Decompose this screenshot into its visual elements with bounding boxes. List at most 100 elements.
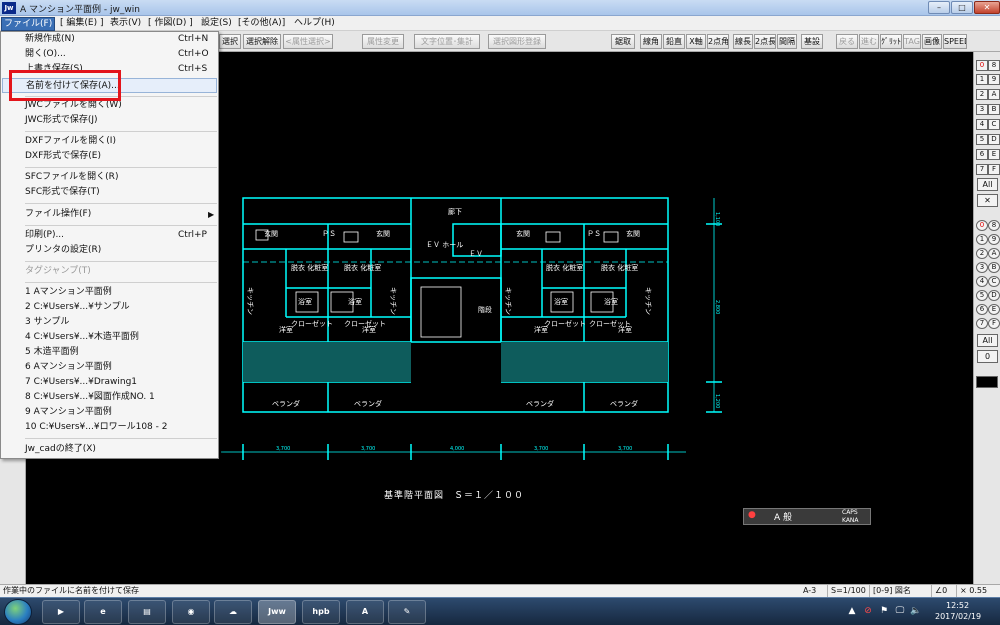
recent-file[interactable]: 10 C:¥Users¥...¥ロワール108 - 2 (2, 420, 217, 435)
tb-base[interactable]: 基設 (801, 34, 823, 49)
status-scale[interactable]: S=1/100 (827, 585, 866, 597)
line-type-indicator[interactable] (976, 376, 998, 388)
group-button[interactable]: 5 (976, 290, 988, 301)
jwcad-icon[interactable]: Jww (258, 600, 296, 624)
status-layer[interactable]: [0-9] 図名 (869, 585, 911, 597)
tb-attr-change[interactable]: 属性変更 (362, 34, 404, 49)
tb-cut[interactable]: 鋸取 (611, 34, 635, 49)
recent-file[interactable]: 4 C:¥Users¥...¥木造平面例 (2, 330, 217, 345)
hpb-icon[interactable]: hpb (302, 600, 340, 624)
layer-button[interactable]: 4 (976, 119, 988, 130)
layer-button[interactable]: 6 (976, 149, 988, 160)
layer-button[interactable]: 3 (976, 104, 988, 115)
menu-help[interactable]: ヘルプ(H) (292, 17, 337, 29)
group-button[interactable]: E (988, 304, 1000, 315)
tb-vertical[interactable]: 鉛直 (663, 34, 685, 49)
recent-file[interactable]: 5 木造平面例 (2, 345, 217, 360)
menu-draw[interactable]: [ 作図(D) ] (146, 17, 195, 29)
layer-button[interactable]: 0 (976, 60, 988, 71)
group-all-button[interactable]: All (977, 334, 998, 347)
tb-2pt-length[interactable]: 2点長 (754, 34, 776, 49)
menu-view[interactable]: 表示(V) (108, 17, 143, 29)
tb-x-axis[interactable]: X軸 (686, 34, 706, 49)
menu-print[interactable]: 印刷(P)... Ctrl+P (2, 228, 217, 243)
menu-settings[interactable]: 設定(S) (199, 17, 234, 29)
tb-redo[interactable]: 進む (859, 34, 879, 49)
clock-time[interactable]: 12:52 (946, 601, 969, 610)
group-button[interactable]: 7 (976, 318, 988, 329)
paint-icon[interactable]: ✎ (388, 600, 426, 624)
menu-other[interactable]: [その他(A)] (236, 17, 287, 29)
media-player-icon[interactable]: ▶ (42, 600, 80, 624)
recent-file[interactable]: 1 Aマンション平面例 (2, 285, 217, 300)
layer-button[interactable]: B (988, 104, 1000, 115)
network-icon[interactable]: 🖵 (894, 605, 906, 617)
recent-file[interactable]: 6 Aマンション平面例 (2, 360, 217, 375)
recent-file[interactable]: 8 C:¥Users¥...¥図面作成NO. 1 (2, 390, 217, 405)
group-button[interactable]: A (988, 248, 1000, 259)
menu-open[interactable]: 開く(O)... Ctrl+O (2, 47, 217, 62)
layer-all-button[interactable]: All (977, 178, 998, 191)
layer-button[interactable]: C (988, 119, 1000, 130)
antivirus-icon[interactable]: ⊘ (862, 605, 874, 617)
group-button[interactable]: 0 (976, 220, 988, 231)
group-button[interactable]: B (988, 262, 1000, 273)
group-button[interactable]: 6 (976, 304, 988, 315)
tb-line-angle[interactable]: 線角 (640, 34, 662, 49)
layer-close-icon[interactable]: ✕ (977, 194, 998, 207)
status-angle[interactable]: ∠0 (931, 585, 947, 597)
group-button[interactable]: 4 (976, 276, 988, 287)
tb-undo[interactable]: 戻る (836, 34, 858, 49)
status-paper[interactable]: A-3 (803, 585, 816, 597)
minimize-button[interactable]: – (928, 1, 950, 14)
ie-icon[interactable]: e (84, 600, 122, 624)
close-button[interactable]: ✕ (974, 1, 1000, 14)
volume-icon[interactable]: 🔈 (910, 605, 922, 617)
group-button[interactable]: 3 (976, 262, 988, 273)
layer-button[interactable]: F (988, 164, 1000, 175)
tb-register[interactable]: 選択図形登録 (488, 34, 546, 49)
layer-button[interactable]: E (988, 149, 1000, 160)
tb-text-pos[interactable]: 文字位置･集計 (414, 34, 480, 49)
flag-icon[interactable]: ⚑ (878, 605, 890, 617)
recent-file[interactable]: 9 Aマンション平面例 (2, 405, 217, 420)
layer-button[interactable]: 7 (976, 164, 988, 175)
menu-save-jwc[interactable]: JWC形式で保存(J) (2, 113, 217, 128)
recent-file[interactable]: 3 サンプル (2, 315, 217, 330)
app-icon[interactable]: Jw (2, 2, 16, 14)
menu-new[interactable]: 新規作成(N) Ctrl+N (2, 32, 217, 47)
group-button[interactable]: 8 (988, 220, 1000, 231)
tb-2pt-angle[interactable]: 2点角 (707, 34, 729, 49)
tb-deselect[interactable]: 選択解除 (243, 34, 281, 49)
tb-line-length[interactable]: 線長 (733, 34, 753, 49)
explorer-icon[interactable]: ▤ (128, 600, 166, 624)
tb-attr-select[interactable]: <属性選択> (283, 34, 333, 49)
layer-button[interactable]: 2 (976, 89, 988, 100)
acrobat-icon[interactable]: A (346, 600, 384, 624)
menu-edit[interactable]: [ 編集(E) ] (58, 17, 105, 29)
group-button[interactable]: 2 (976, 248, 988, 259)
mail-icon[interactable]: ☁ (214, 600, 252, 624)
chrome-icon[interactable]: ◉ (172, 600, 210, 624)
menu-save-sfc[interactable]: SFC形式で保存(T) (2, 185, 217, 200)
tray-expand-icon[interactable]: ▲ (846, 605, 858, 617)
menu-save-dxf[interactable]: DXF形式で保存(E) (2, 149, 217, 164)
group-button[interactable]: 9 (988, 234, 1000, 245)
group-button[interactable]: 1 (976, 234, 988, 245)
tb-speed[interactable]: SPEED (943, 34, 967, 49)
menu-open-dxf[interactable]: DXFファイルを開く(I) (2, 134, 217, 149)
layer-button[interactable]: 9 (988, 74, 1000, 85)
menu-open-sfc[interactable]: SFCファイルを開く(R) (2, 170, 217, 185)
menu-exit[interactable]: Jw_cadの終了(X) (2, 442, 217, 457)
menu-file-ops[interactable]: ファイル操作(F) ▶ (2, 207, 217, 222)
ime-mode[interactable]: A 般 (774, 510, 792, 523)
layer-button[interactable]: D (988, 134, 1000, 145)
menu-file[interactable]: ファイル(F) (1, 17, 56, 31)
ime-toolbar[interactable]: ● A 般 CAPS KANA (743, 508, 871, 525)
recent-file[interactable]: 7 C:¥Users¥...¥Drawing1 (2, 375, 217, 390)
maximize-button[interactable]: □ (951, 1, 973, 14)
start-button[interactable] (4, 599, 32, 625)
layer-button[interactable]: 8 (988, 60, 1000, 71)
tb-select[interactable]: 選択 (219, 34, 241, 49)
tb-image[interactable]: 画像 (922, 34, 942, 49)
